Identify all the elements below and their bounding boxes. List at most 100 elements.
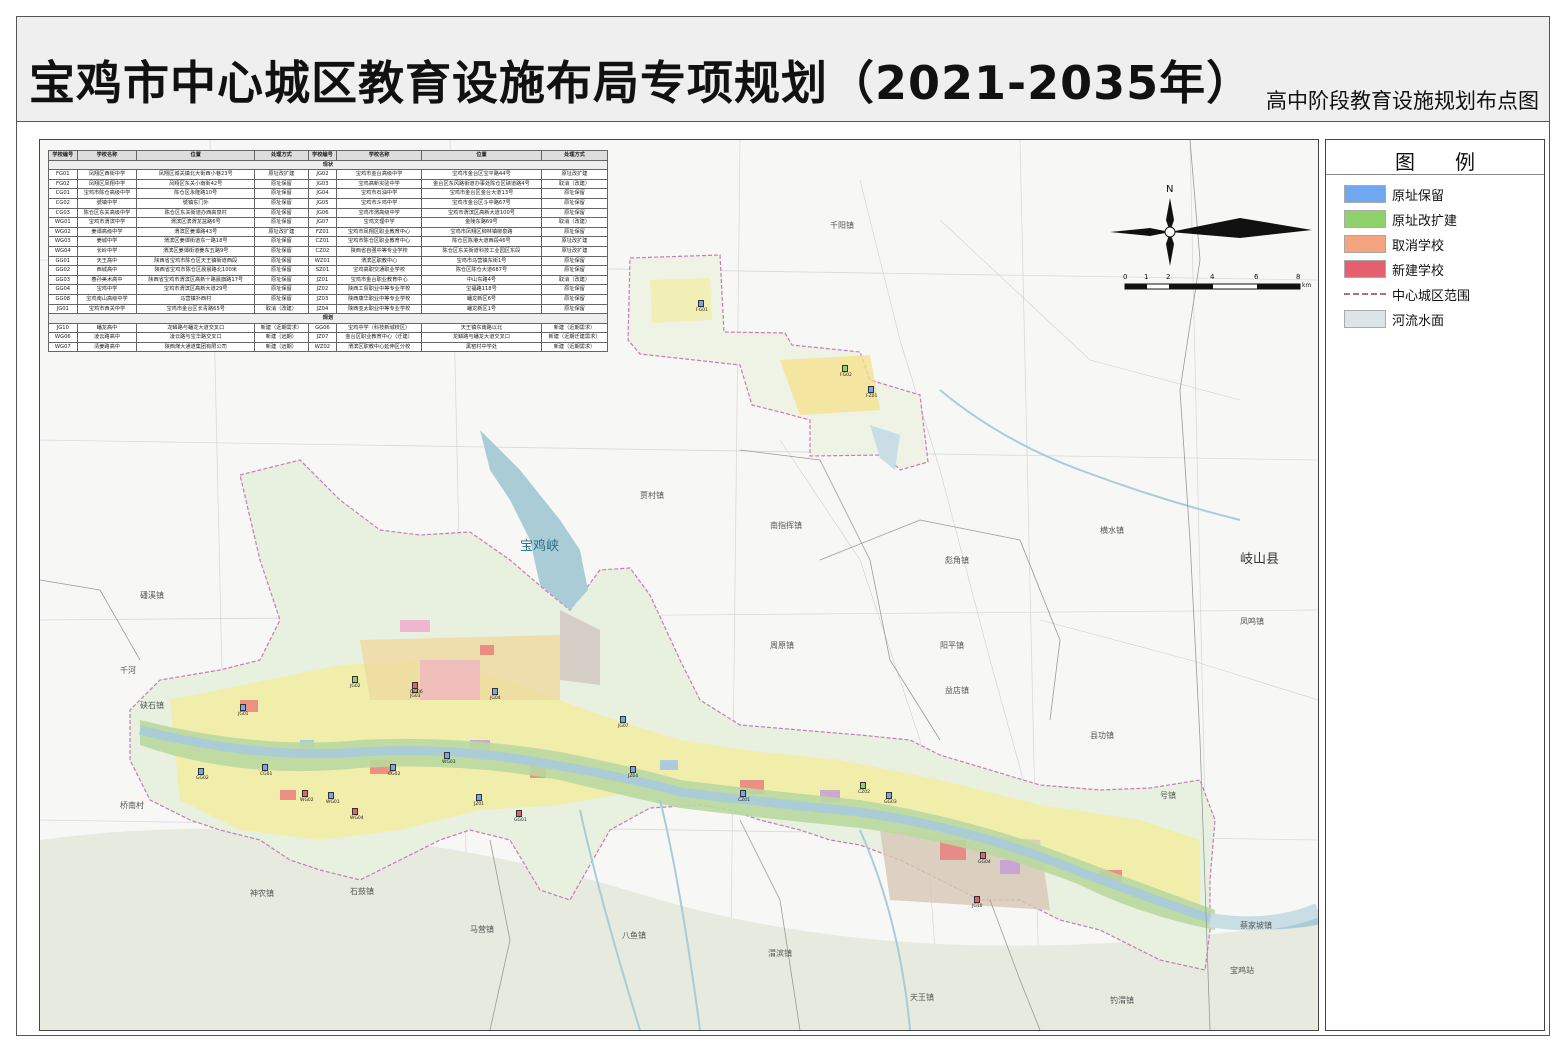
table-cell: 黑窑村中学处 <box>420 341 542 353</box>
table-cell: 长岭中学 <box>76 245 138 257</box>
table-section-row: 规划 <box>48 313 608 324</box>
school-code-label: CG02 <box>388 772 401 777</box>
school-marker[interactable] <box>240 704 246 711</box>
table-row: WG04 长岭中学 渭滨区姜谭街道姜东五路9号 原址保留 CZ02 陕西省自强中等专业学校… <box>48 245 609 257</box>
school-marker[interactable] <box>630 766 636 773</box>
school-marker[interactable] <box>444 752 450 759</box>
school-code-label: FG01 <box>696 308 708 313</box>
school-marker[interactable] <box>352 676 358 683</box>
table-cell: 宝鸡市西关中学 <box>76 303 138 315</box>
school-marker[interactable] <box>352 808 358 815</box>
table-cell: 宝鸡市斗鸡中学 <box>336 197 422 209</box>
table-cell: 金陵东路69号 <box>420 217 542 228</box>
table-cell: 宝鸡市渭滨区高新大道29号 <box>136 284 256 295</box>
table-cell: 原址保留 <box>254 197 309 209</box>
place-label: 千河 <box>120 666 136 675</box>
school-marker[interactable] <box>886 792 892 799</box>
school-marker[interactable] <box>476 794 482 801</box>
table-cell: WG07 <box>48 341 78 353</box>
school-code-label: JG07 <box>618 724 629 729</box>
col-header: 学校编号 <box>48 150 78 161</box>
table-cell: GG06 <box>307 322 338 334</box>
table-cell: CG01 <box>48 188 78 199</box>
school-code-label: FZ01 <box>866 394 878 399</box>
col-header: 位置 <box>420 150 542 161</box>
table-cell: SZ01 <box>307 265 338 276</box>
table-cell: 原址保留 <box>254 293 309 305</box>
table-cell: 新建（近期迁建需求） <box>540 332 609 343</box>
place-label: 彪角镇 <box>945 556 969 565</box>
school-marker[interactable] <box>492 688 498 695</box>
school-marker[interactable] <box>302 790 308 797</box>
place-label: 钓渭镇 <box>1110 996 1134 1005</box>
table-row: FG02 凤翔区凤翔中学 凤翔区东关小南街42号 原址保留 JG03 宝鸡高新实验中学 金台… <box>48 178 609 190</box>
table-section-label: 规划 <box>48 313 608 324</box>
table-cell: 陕西工贸职业中等专业学校 <box>336 284 422 295</box>
table-cell: 新建（近期需求） <box>254 322 309 334</box>
table-cell: 原址改扩建 <box>540 236 609 247</box>
school-marker[interactable] <box>980 852 986 859</box>
table-cell: 新建（远期） <box>254 332 309 343</box>
table-cell: 陕西亚太职业中等专业学校 <box>336 303 422 315</box>
place-label: 横水镇 <box>1100 526 1124 535</box>
legend-swatch <box>1344 210 1386 228</box>
table-cell: 原址保留 <box>254 207 309 219</box>
school-code-label: FG02 <box>840 373 852 378</box>
place-label: 阳平镇 <box>940 641 964 650</box>
school-code-label: WG01 <box>326 800 340 805</box>
table-row: WG06 凌云路高中 凌云路与宝华路交叉口 新建（远期） JZ07 金台区职业教育中心（迁… <box>48 332 609 343</box>
table-cell: 原址保留 <box>254 265 309 276</box>
scale-tick: 4 <box>1210 273 1215 281</box>
school-marker[interactable] <box>740 790 746 797</box>
table-cell: 宝鸡市金台区金台大道13号 <box>420 188 542 199</box>
school-code-label: JG04 <box>490 696 501 701</box>
school-marker[interactable] <box>198 768 204 775</box>
table-cell: 陕西省自强中等专业学校 <box>336 245 422 257</box>
school-marker[interactable] <box>974 896 980 903</box>
legend-swatch <box>1344 310 1386 328</box>
table-cell: 陕西省宝鸡市渭滨区高新十路晨旗路17号 <box>136 274 256 286</box>
table-cell: JZ02 <box>307 284 338 295</box>
table-cell: 陈仓区陈仓大道687号 <box>420 265 542 276</box>
table-cell: JZ04 <box>307 303 338 315</box>
place-label: 益店镇 <box>945 686 969 695</box>
table-cell: 宝鸡南山高级中学 <box>76 293 138 305</box>
place-label: 南指挥镇 <box>770 521 802 530</box>
table-cell: 陈仓区东关街道办西高泉村 <box>136 207 256 219</box>
school-marker[interactable] <box>860 782 866 789</box>
school-marker[interactable] <box>328 792 334 799</box>
col-header: 学校名称 <box>76 150 138 161</box>
table-cell: 宝鸡市金台区斗中路67号 <box>420 197 542 209</box>
school-marker[interactable] <box>262 764 268 771</box>
title-bar: 宝鸡市中心城区教育设施布局专项规划（2021-2035年） 高中阶段教育设施规划… <box>17 17 1549 122</box>
school-marker[interactable] <box>842 365 848 372</box>
table-cell: 姜谭高级中学 <box>76 226 138 238</box>
school-marker[interactable] <box>390 764 396 771</box>
place-label: 磻溪镇 <box>140 591 164 600</box>
map-sheet: 宝鸡市中心城区教育设施布局专项规划（2021-2035年） 高中阶段教育设施规划… <box>16 16 1550 1036</box>
table-row: JG10 蟠龙高中 龙鳞路与蟠龙大道交叉口 新建（近期需求） GG06 宝鸡中学（科技新城… <box>48 322 609 334</box>
table-cell: 原址保留 <box>254 245 309 257</box>
table-cell: 渭滨区滨渭龙盆路6号 <box>136 217 256 228</box>
table-cell: 天王高中 <box>76 255 138 267</box>
school-code-label: WG04 <box>350 816 364 821</box>
table-cell: 金台区职业教育中心（迁建） <box>336 332 422 343</box>
map-canvas[interactable]: N 0 1 2 4 6 8 km 岐山县 凤鸣镇 蔡家坡镇 八鱼镇 渭滨镇 桥南… <box>39 139 1319 1031</box>
table-cell: 原址保留 <box>540 303 609 315</box>
scale-bar <box>1124 283 1301 290</box>
school-marker[interactable] <box>620 716 626 723</box>
place-label: 凤鸣镇 <box>1240 617 1264 626</box>
table-cell: 马营镇扑西村 <box>136 293 256 305</box>
table-cell: 陈仓区东关高级中学 <box>76 207 138 219</box>
table-cell: 原址保留 <box>254 217 309 228</box>
school-marker[interactable] <box>516 810 522 817</box>
school-marker[interactable] <box>868 386 874 393</box>
school-marker[interactable] <box>412 682 418 689</box>
table-cell: 凤翔区东关小南街42号 <box>136 178 256 190</box>
school-marker[interactable] <box>698 300 704 307</box>
table-cell: 宝鸡市陈仓区职业教育中心 <box>336 236 422 247</box>
table-cell: 宝鸡市金台区宝平路44号 <box>420 169 542 180</box>
scale-tick: 2 <box>1166 273 1171 281</box>
table-cell: 陕西煤大通道集团有限公司 <box>136 341 256 353</box>
table-cell: 原址保留 <box>254 188 309 199</box>
